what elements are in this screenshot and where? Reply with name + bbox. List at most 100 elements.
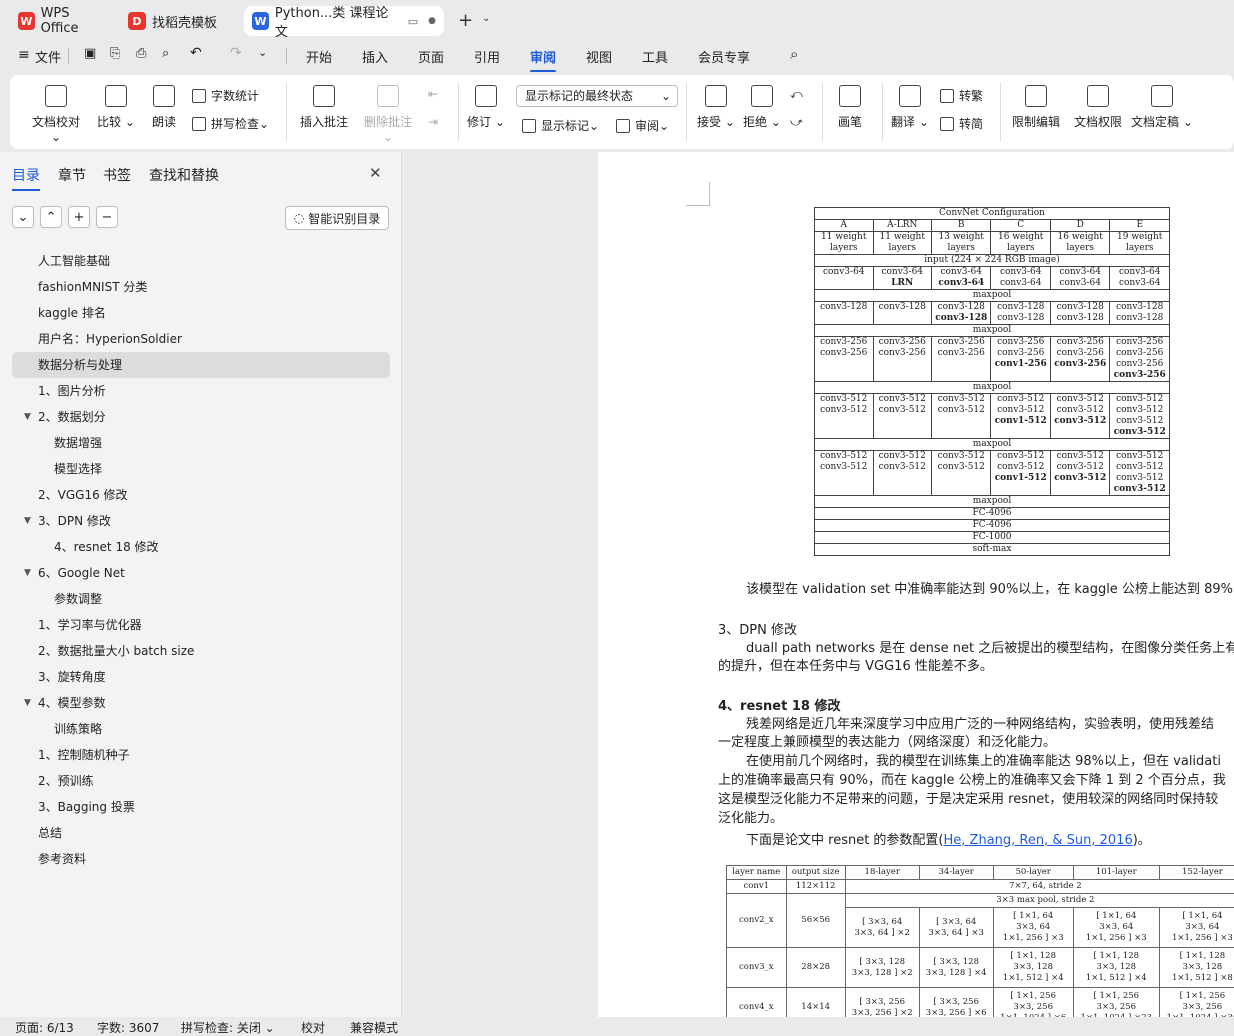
review-pane-button[interactable]: 审阅 ⌄ — [616, 117, 669, 134]
finalize-button[interactable]: 文档定稿 ⌄ — [1130, 85, 1194, 130]
doc-rights-button[interactable]: 文档权限 — [1070, 85, 1126, 130]
menu-reference[interactable]: 引用 — [474, 47, 500, 66]
spell-check-button[interactable]: 拼写检查 ⌄ — [192, 115, 269, 132]
collapse-down-icon[interactable]: ⌄ — [12, 206, 34, 228]
tab-wps-office[interactable]: W WPS Office — [10, 6, 114, 36]
proofread-button[interactable]: 校对 — [301, 1019, 325, 1036]
prev-comment-icon[interactable]: ⇤ — [428, 87, 438, 101]
toc-item[interactable]: ▼ 4、模型参数 — [0, 690, 402, 716]
column-subheader: 11 weight layers — [814, 231, 874, 255]
paragraph: 在使用前几个网络时，我的模型在训练集上的准确率能达 98%以上，但在 valid… — [746, 754, 1221, 769]
next-change-icon[interactable]: ⤻ — [790, 115, 803, 130]
accept-button[interactable]: 接受 ⌄ — [694, 85, 738, 130]
tab-chapters[interactable]: 章节 — [58, 165, 86, 185]
toc-item[interactable]: 1、学习率与优化器 — [0, 612, 402, 638]
menu-tools[interactable]: 工具 — [642, 47, 668, 66]
toc-item[interactable]: 人工智能基础 — [0, 248, 402, 274]
toc-item[interactable]: kaggle 排名 — [0, 300, 402, 326]
toc-item[interactable]: 3、旋转角度 — [0, 664, 402, 690]
prev-change-icon[interactable]: ⤺ — [790, 87, 803, 102]
new-tab-icon[interactable]: + — [458, 10, 473, 31]
menu-view[interactable]: 视图 — [586, 47, 612, 66]
tab-document[interactable]: W Python...类 课程论文 ▭ ● — [244, 6, 444, 40]
tab-find-replace[interactable]: 查找和替换 — [149, 165, 219, 185]
doc-check-button[interactable]: 文档校对 ⌄ — [26, 85, 86, 144]
to-simplified-button[interactable]: 转简 — [940, 115, 983, 132]
tab-toc[interactable]: 目录 — [12, 165, 40, 191]
toc-item[interactable]: 参数调整 — [0, 586, 402, 612]
toc-item[interactable]: 数据分析与处理 — [12, 352, 390, 378]
menu-review[interactable]: 审阅 — [530, 47, 557, 72]
collapse-up-icon[interactable]: ⌃ — [40, 206, 62, 228]
menu-hamburger-icon[interactable]: ≡ — [18, 47, 30, 63]
toc-item[interactable]: 2、数据批量大小 batch size — [0, 638, 402, 664]
save-icon[interactable]: ▣ — [84, 46, 96, 61]
toc-item[interactable]: 数据增强 — [0, 430, 402, 456]
compare-button[interactable]: 比较 ⌄ — [94, 85, 138, 130]
toc-item[interactable]: 训练策略 — [0, 716, 402, 742]
page-indicator[interactable]: 页面: 6/13 — [15, 1019, 74, 1036]
expand-arrow-icon[interactable]: ▼ — [24, 404, 31, 430]
toc-item[interactable]: 3、Bagging 投票 — [0, 794, 402, 820]
expand-arrow-icon[interactable]: ▼ — [24, 508, 31, 534]
more-chevron-icon[interactable]: ⌄ — [258, 46, 267, 59]
toc-item[interactable]: 1、控制随机种子 — [0, 742, 402, 768]
pen-button[interactable]: 画笔 — [830, 85, 870, 130]
toc-item[interactable]: 2、预训练 — [0, 768, 402, 794]
word-count[interactable]: 字数: 3607 — [97, 1019, 159, 1036]
insert-comment-button[interactable]: 插入批注 — [296, 85, 352, 130]
print-icon[interactable]: ⎙ — [136, 46, 146, 61]
menu-member[interactable]: 会员专享 — [698, 47, 750, 66]
toc-item[interactable]: 用户名：HyperionSoldier — [0, 326, 402, 352]
tab-bookmarks[interactable]: 书签 — [103, 165, 131, 185]
column-subheader: 19 weight layers — [1109, 231, 1170, 255]
toc-item-label: 6、Google Net — [38, 566, 125, 580]
delete-comment-button[interactable]: 删除批注 ⌄ — [358, 85, 418, 144]
track-changes-button[interactable]: 修订 ⌄ — [466, 85, 506, 130]
reject-button[interactable]: 拒绝 ⌄ — [740, 85, 784, 130]
show-marks-button[interactable]: 显示标记 ⌄ — [522, 117, 599, 134]
document-page[interactable]: ConvNet Configuration A A-LRN B C D E 11 weig… — [598, 152, 1234, 1017]
toc-item-label: 总结 — [38, 826, 63, 840]
undo-icon[interactable]: ↶ — [190, 45, 202, 61]
window-icon[interactable]: ▭ — [408, 15, 418, 28]
remove-heading-icon[interactable]: − — [96, 206, 118, 228]
search-icon[interactable]: ⌕ — [790, 45, 798, 63]
read-aloud-button[interactable]: 朗读 — [144, 85, 184, 130]
toc-item[interactable]: ▼ 2、数据划分 — [0, 404, 402, 430]
toc-item[interactable]: fashionMNIST 分类 — [0, 274, 402, 300]
word-count-button[interactable]: 字数统计 — [192, 87, 259, 104]
menu-page[interactable]: 页面 — [418, 47, 444, 66]
navigation-panel: 目录 章节 书签 查找和替换 ✕ ⌄ ⌃ + − ◌ 智能识别目录 人工智能基础 f… — [0, 152, 402, 1017]
tab-template[interactable]: D 找稻壳模板 — [120, 6, 240, 36]
toc-item[interactable]: 4、resnet 18 修改 — [0, 534, 402, 560]
ribbon-divider — [1000, 83, 1001, 141]
toc-item[interactable]: 模型选择 — [0, 456, 402, 482]
close-icon[interactable]: ✕ — [369, 164, 382, 182]
expand-arrow-icon[interactable]: ▼ — [24, 690, 31, 716]
redo-icon[interactable]: ↷ — [230, 45, 242, 61]
share-icon[interactable]: ⎘ — [110, 46, 120, 61]
menu-file[interactable]: 文件 — [35, 47, 61, 66]
markup-display-select[interactable]: 显示标记的最终状态 ⌄ — [516, 85, 678, 107]
translate-button[interactable]: 翻译 ⌄ — [890, 85, 930, 130]
toc-item[interactable]: ▼ 6、Google Net — [0, 560, 402, 586]
menu-insert[interactable]: 插入 — [362, 47, 388, 66]
spell-check-status[interactable]: 拼写检查: 关闭 ⌄ — [181, 1019, 275, 1036]
toc-item[interactable]: 2、VGG16 修改 — [0, 482, 402, 508]
next-comment-icon[interactable]: ⇥ — [428, 115, 438, 129]
toc-item[interactable]: ▼ 3、DPN 修改 — [0, 508, 402, 534]
print-preview-icon[interactable]: ⌕ — [162, 46, 169, 61]
expand-arrow-icon[interactable]: ▼ — [24, 560, 31, 586]
citation-link[interactable]: He, Zhang, Ren, & Sun, 2016 — [944, 833, 1133, 848]
to-traditional-button[interactable]: 转繁 — [940, 87, 983, 104]
toc-item[interactable]: 总结 — [0, 820, 402, 846]
chevron-down-icon[interactable]: ⌄ — [482, 13, 490, 24]
restrict-edit-button[interactable]: 限制编辑 — [1008, 85, 1064, 130]
add-heading-icon[interactable]: + — [68, 206, 90, 228]
smart-toc-button[interactable]: ◌ 智能识别目录 — [285, 206, 389, 230]
menu-home[interactable]: 开始 — [306, 47, 332, 66]
toc-item[interactable]: 1、图片分析 — [0, 378, 402, 404]
column-header: D — [1049, 219, 1111, 232]
toc-item[interactable]: 参考资料 — [0, 846, 402, 872]
